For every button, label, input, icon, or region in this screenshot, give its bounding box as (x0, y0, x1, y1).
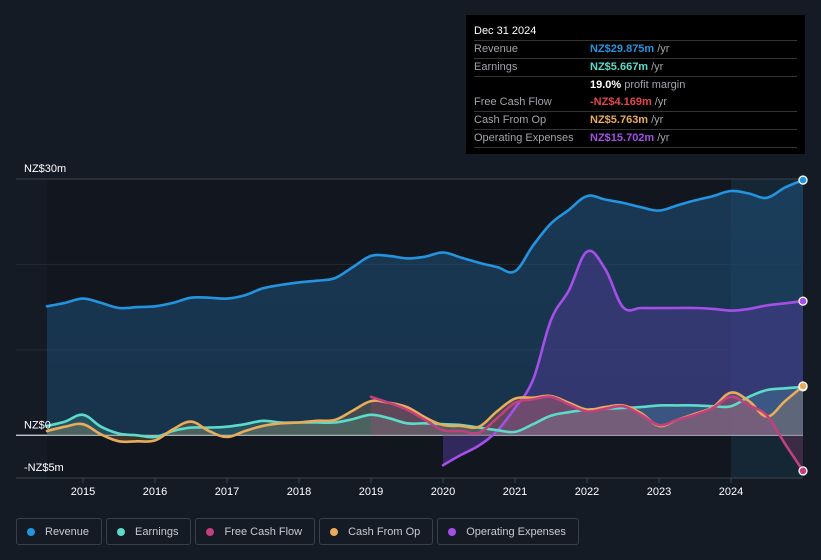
tooltip-unit: /yr (654, 96, 667, 108)
x-tick-label: 2022 (575, 486, 599, 498)
tooltip-label: Cash From Op (474, 114, 547, 126)
tooltip-row: 19.0% profit margin (474, 77, 797, 94)
tooltip-label: Operating Expenses (474, 132, 574, 144)
tooltip-value: NZ$5.667m (590, 61, 649, 73)
legend-dot-icon (330, 527, 339, 536)
x-tick-label: 2019 (359, 486, 383, 498)
tooltip-unit: profit margin (624, 79, 686, 91)
x-tick-label: 2015 (71, 486, 95, 498)
cash-from-op-end-marker (798, 381, 808, 391)
x-tick-label: 2023 (647, 486, 671, 498)
x-tick-label: 2020 (431, 486, 455, 498)
legend-label: Free Cash Flow (224, 525, 303, 538)
tooltip-row: Revenue NZ$29.875m/yr (474, 41, 797, 59)
y-tick-label: -NZ$5m (24, 462, 64, 474)
tooltip-value: NZ$15.702m (590, 132, 655, 144)
legend-item-revenue[interactable]: Revenue (16, 518, 103, 545)
tooltip-date: Dec 31 2024 (474, 23, 797, 41)
tooltip-panel: Dec 31 2024 Revenue NZ$29.875m/yr Earnings… (466, 15, 805, 154)
tooltip-row: Cash From Op NZ$5.763m/yr (474, 112, 797, 130)
x-tick-label: 2017 (215, 486, 239, 498)
legend-dot-icon (27, 527, 35, 536)
x-tick-label: 2016 (143, 486, 167, 498)
free-cash-flow-end-marker (798, 466, 808, 476)
tooltip-unit: /yr (651, 114, 664, 126)
tooltip-label (474, 77, 590, 94)
legend-label: Revenue (45, 525, 90, 538)
tooltip-label: Earnings (474, 61, 518, 73)
legend-dot-icon (206, 527, 215, 536)
tooltip-value: NZ$29.875m (590, 43, 655, 55)
legend-label: Operating Expenses (466, 525, 566, 538)
legend-dot-icon (448, 527, 457, 536)
tooltip-label: Revenue (474, 43, 519, 55)
y-tick-label: NZ$0 (24, 419, 51, 431)
revenue-end-marker (798, 175, 808, 185)
legend: Revenue Earnings Free Cash Flow Cash From O… (16, 518, 579, 545)
tooltip-row: Operating Expenses NZ$15.702m/yr (474, 130, 797, 148)
x-axis: 2015 2016 2017 2018 2019 2020 2021 2022 2023 2024 (71, 478, 743, 498)
legend-item-cash-from-op[interactable]: Cash From Op (319, 518, 434, 545)
tooltip-label: Free Cash Flow (474, 96, 552, 108)
tooltip-value: NZ$5.763m (590, 114, 649, 126)
legend-dot-icon (117, 527, 126, 536)
legend-item-earnings[interactable]: Earnings (106, 518, 192, 545)
operating-expenses-end-marker (798, 296, 808, 306)
x-tick-label: 2024 (719, 486, 743, 498)
tooltip-row: Earnings NZ$5.667m/yr (474, 59, 797, 77)
legend-label: Earnings (135, 525, 179, 538)
tooltip-unit: /yr (657, 43, 670, 55)
tooltip-value: -NZ$4.169m (590, 96, 652, 108)
y-tick-label: NZ$30m (24, 163, 66, 175)
legend-item-operating-expenses[interactable]: Operating Expenses (437, 518, 579, 545)
tooltip-unit: /yr (651, 61, 664, 73)
tooltip-unit: /yr (657, 132, 670, 144)
x-tick-label: 2018 (287, 486, 311, 498)
legend-item-free-cash-flow[interactable]: Free Cash Flow (195, 518, 316, 545)
tooltip-row: Free Cash Flow -NZ$4.169m/yr (474, 94, 797, 112)
tooltip-value: 19.0% (590, 79, 622, 91)
x-tick-label: 2021 (503, 486, 527, 498)
legend-label: Cash From Op (348, 525, 421, 538)
